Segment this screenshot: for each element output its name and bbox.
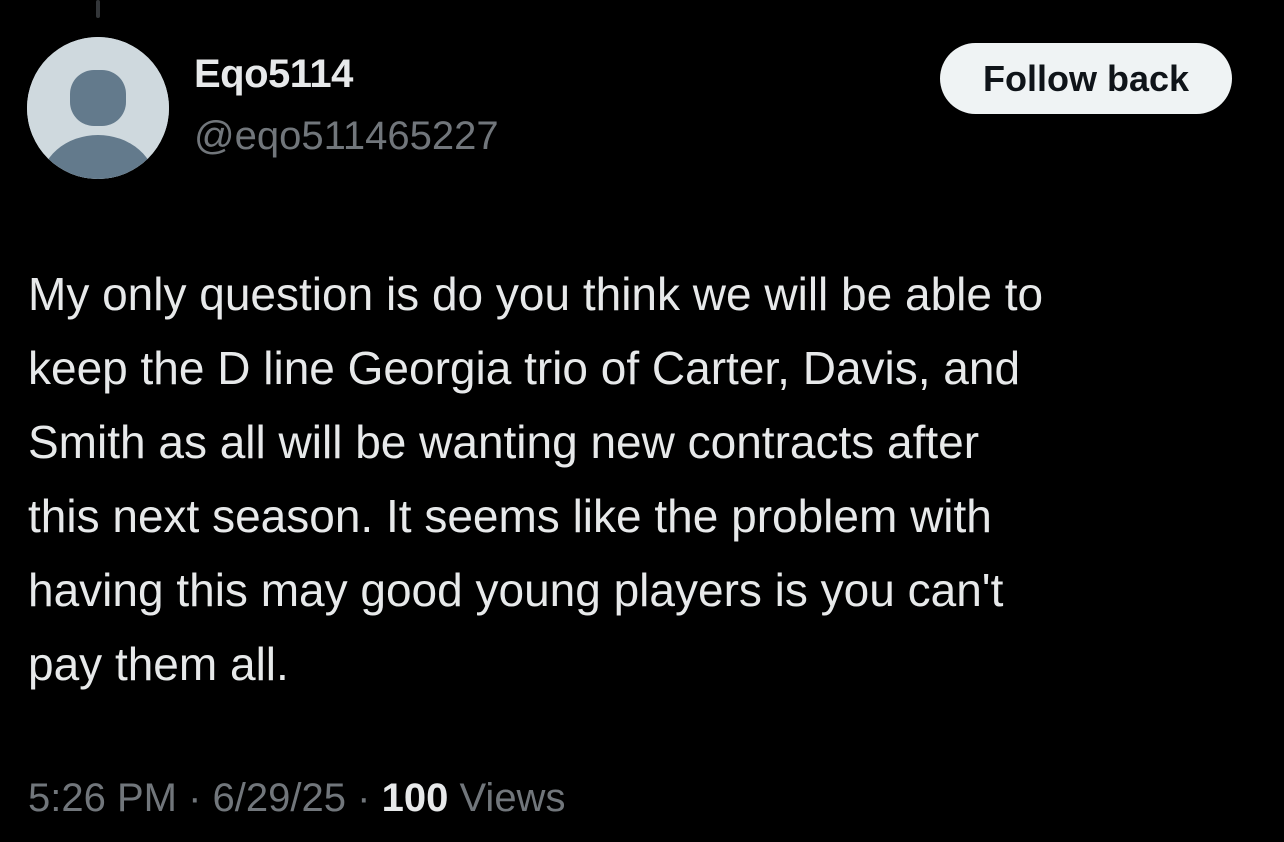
tweet-text-line: keep the D line Georgia trio of Carter, … (28, 342, 1021, 394)
tweet-text-line: Smith as all will be wanting new contrac… (28, 416, 980, 468)
tweet-text: My only question is do you think we will… (28, 257, 1253, 701)
author-display-name[interactable]: Eqo5114 (194, 52, 353, 97)
author-handle[interactable]: @eqo511465227 (194, 114, 499, 159)
avatar[interactable] (27, 37, 169, 179)
tweet-text-line: this next season. It seems like the prob… (28, 490, 992, 542)
tweet-date[interactable]: 6/29/25 (213, 776, 346, 820)
tweet-metadata: 5:26 PM · 6/29/25 · 100 Views (28, 776, 565, 821)
meta-separator: · (188, 776, 202, 820)
follow-back-button[interactable]: Follow back (940, 43, 1232, 114)
tweet-text-line: pay them all. (28, 638, 289, 690)
views-count[interactable]: 100 (382, 776, 449, 820)
tweet-text-line: having this may good young players is yo… (28, 564, 1004, 616)
meta-separator: · (357, 776, 371, 820)
default-avatar-icon (27, 37, 169, 179)
views-label[interactable]: Views (459, 776, 565, 820)
thread-connector-line (96, 0, 100, 18)
tweet-text-line: My only question is do you think we will… (28, 268, 1044, 320)
tweet-time[interactable]: 5:26 PM (28, 776, 177, 820)
